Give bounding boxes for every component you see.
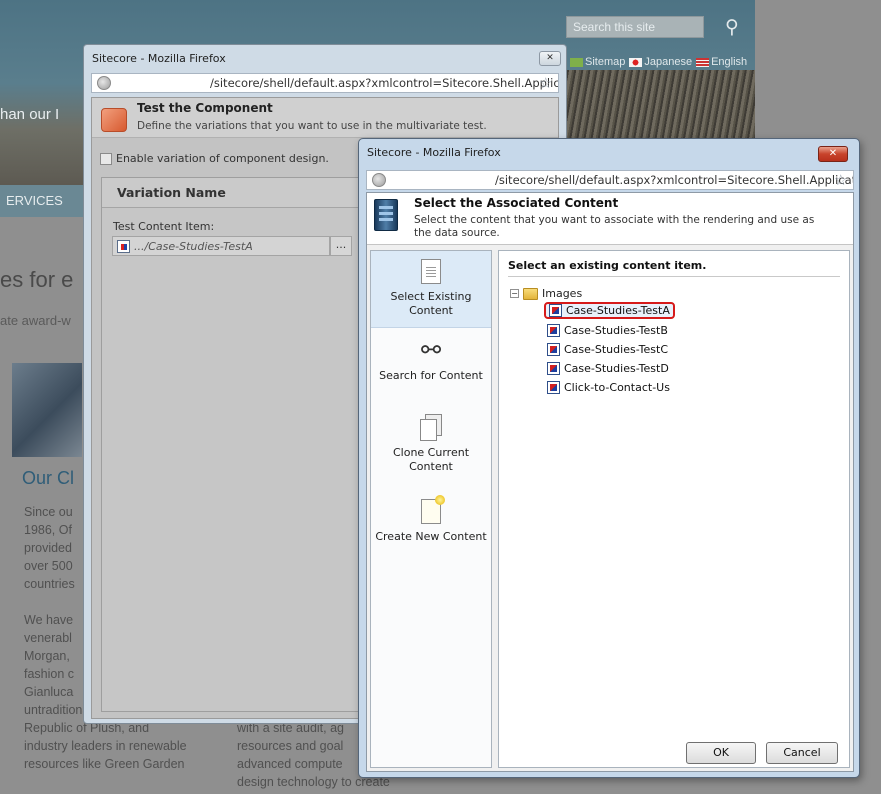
sidebar-item-select-existing[interactable]: Select Existing Content [371,251,491,328]
close-window-button[interactable]: ✕ [818,146,848,162]
content-item-icon [547,324,560,337]
address-bar[interactable]: /sitecore/shell/default.aspx?xmlcontrol=… [91,73,559,93]
test-content-item-field[interactable]: .../Case-Studies-TestA [112,236,330,256]
office-photo [12,363,82,457]
site-tagline: han our I [0,106,60,123]
body-text-line: resources like Green Garden [24,757,185,771]
globe-icon [97,76,111,90]
enable-variation-row[interactable]: Enable variation of component design. [100,152,329,165]
dialog-title: Select the Associated Content [414,196,619,210]
tree-node-images[interactable]: − Images [510,287,582,300]
body-text-line: fashion c [24,667,75,681]
sitemap-label: Sitemap [585,56,626,68]
content-item-icon [547,381,560,394]
site-search-input[interactable]: Search this site [566,16,704,38]
body-text-line: provided [24,541,72,555]
body-text-line: 1986, Of [24,523,72,537]
database-icon [374,199,398,231]
tree-item-case-studies-testb[interactable]: Case-Studies-TestB [544,322,671,339]
site-subheading: ate award-w [0,313,71,328]
content-source-sidebar: Select Existing Content ⚯ Search for Con… [370,250,492,768]
address-url: /sitecore/shell/default.aspx?xmlcontrol=… [210,76,559,90]
search-icon[interactable]: ⚲ [719,14,745,40]
sidebar-item-create-new[interactable]: Create New Content [371,495,491,549]
content-item-icon [547,362,560,375]
body-text-line: advanced compute [237,757,343,771]
site-top-links: Sitemap Japanese English [570,56,747,68]
bookmark-star-icon[interactable]: ☆ [834,171,847,189]
address-url: /sitecore/shell/default.aspx?xmlcontrol=… [495,173,854,187]
document-icon [421,259,441,284]
collapse-toggle-icon[interactable]: − [510,289,519,298]
sidebar-item-label: Clone Current Content [392,446,470,473]
dialog-header: Select the Associated Content Select the… [367,193,853,245]
body-text-line: We have [24,613,74,627]
content-item-icon [547,343,560,356]
bookmark-star-icon[interactable]: ☆ [539,74,552,92]
tree-item-label: Case-Studies-TestC [564,343,668,356]
sidebar-item-label: Create New Content [375,530,487,543]
folder-icon [523,287,538,300]
english-link[interactable]: English [696,56,747,68]
content-item-icon [117,240,130,253]
nav-item-services[interactable]: ERVICES [6,193,63,208]
japanese-link[interactable]: Japanese [629,56,692,68]
body-text-line: over 500 [24,559,73,573]
body-text-line: venerabl [24,631,72,645]
sidebar-item-search[interactable]: ⚯ Search for Content [371,337,491,401]
close-window-button[interactable]: ✕ [539,51,561,66]
variation-name-label: Variation Name [117,185,226,200]
window-title: Sitecore - Mozilla Firefox [92,52,226,65]
tree-item-case-studies-testd[interactable]: Case-Studies-TestD [544,360,672,377]
test-content-item-value: .../Case-Studies-TestA [134,240,253,253]
browse-button[interactable]: ... [330,236,352,256]
binoculars-icon: ⚯ [420,336,442,364]
content-tree-title: Select an existing content item. [508,259,840,277]
body-text-line: Gianluca [24,685,74,699]
content-item-icon [549,304,562,317]
window-title: Sitecore - Mozilla Firefox [367,146,501,159]
body-text-line: Since ou [24,505,73,519]
dialog-header: Test the Component Define the variations… [92,98,558,138]
sidebar-item-clone[interactable]: Clone Current Content [371,414,491,486]
body-text-line: industry leaders in renewable [24,739,187,753]
cancel-button[interactable]: Cancel [766,742,838,764]
tree-item-label: Case-Studies-TestB [564,324,668,337]
tree-item-case-studies-testa[interactable]: Case-Studies-TestA [544,302,675,319]
dialog-content: Select the Associated Content Select the… [366,192,854,772]
clone-icon [420,414,442,441]
content-tree-panel: Select an existing content item. − Image… [498,250,850,768]
new-document-icon [421,495,445,524]
tree-item-label: Case-Studies-TestD [564,362,669,375]
english-label: English [711,56,748,68]
sitemap-icon [570,57,583,67]
test-content-item-label: Test Content Item: [113,220,215,233]
tree-item-case-studies-testc[interactable]: Case-Studies-TestC [544,341,671,358]
tree-item-label: Case-Studies-TestA [566,304,670,317]
japan-flag-icon [629,57,643,67]
component-icon [101,108,127,132]
dialog-description: Define the variations that you want to u… [137,120,487,132]
site-heading: es for e [0,267,74,292]
tree-item-click-to-contact-us[interactable]: Click-to-Contact-Us [544,379,673,396]
dialog-title: Test the Component [137,101,273,115]
tree-node-label: Images [542,287,583,300]
body-text-line: Morgan, [24,649,70,663]
japanese-label: Japanese [644,56,693,68]
enable-variation-label: Enable variation of component design. [116,152,329,165]
address-bar[interactable]: /sitecore/shell/default.aspx?xmlcontrol=… [366,170,854,190]
tree-item-label: Click-to-Contact-Us [564,381,670,394]
sidebar-item-label: Select Existing Content [390,290,472,317]
dialog-description: Select the content that you want to asso… [414,214,815,239]
ok-button[interactable]: OK [686,742,756,764]
body-text-line: resources and goal [237,739,344,753]
enable-variation-checkbox[interactable] [100,152,112,165]
sidebar-item-label: Search for Content [379,369,483,382]
section-title: Our Cl [22,468,75,488]
sitemap-link[interactable]: Sitemap [570,56,625,68]
globe-icon [372,173,386,187]
select-content-window: Sitecore - Mozilla Firefox ✕ /sitecore/s… [358,138,860,778]
us-flag-icon [696,57,710,67]
body-text-line: countries [24,577,75,591]
